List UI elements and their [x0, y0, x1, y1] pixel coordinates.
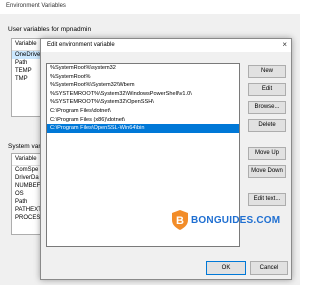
- shield-b-icon: B: [172, 210, 188, 230]
- edit-text-button[interactable]: Edit text...: [248, 193, 286, 206]
- dialog-title: Edit environment variable: [47, 42, 115, 48]
- path-list-item[interactable]: %SystemRoot%\System32\Wbem: [47, 81, 239, 90]
- watermark-text: BONGUIDES.COM: [191, 215, 281, 226]
- edit-environment-variable-dialog: Edit environment variable × %SystemRoot%…: [40, 38, 292, 280]
- path-list-item[interactable]: %SystemRoot%\system32: [47, 64, 239, 73]
- window-titlebar: Environment Variables: [0, 0, 300, 14]
- user-variables-label: User variables for mpnadmin: [8, 26, 92, 33]
- delete-button[interactable]: Delete: [248, 119, 286, 132]
- dialog-titlebar: Edit environment variable ×: [41, 39, 291, 52]
- path-list-item[interactable]: %SYSTEMROOT%\System32\OpenSSH\: [47, 98, 239, 107]
- new-button[interactable]: New: [248, 65, 286, 78]
- path-list-item-selected[interactable]: C:\Program Files\OpenSSL-Win64\bin: [47, 124, 239, 133]
- svg-text:B: B: [176, 215, 184, 227]
- browse-button[interactable]: Browse...: [248, 101, 286, 114]
- close-icon[interactable]: ×: [282, 40, 287, 49]
- move-down-button[interactable]: Move Down: [248, 165, 286, 178]
- path-list-item[interactable]: %SYSTEMROOT%\System32\WindowsPowerShell\…: [47, 90, 239, 99]
- path-list-item[interactable]: %SystemRoot%: [47, 73, 239, 82]
- path-list-item[interactable]: C:\Program Files (x86)\dotnet\: [47, 116, 239, 125]
- cancel-button[interactable]: Cancel: [250, 261, 288, 275]
- window-title: Environment Variables: [6, 3, 66, 9]
- system-variables-label: System var: [8, 143, 41, 150]
- move-up-button[interactable]: Move Up: [248, 147, 286, 160]
- path-list-item[interactable]: C:\Program Files\dotnet\: [47, 107, 239, 116]
- ok-button[interactable]: OK: [206, 261, 246, 275]
- edit-button[interactable]: Edit: [248, 83, 286, 96]
- watermark-logo: B BONGUIDES.COM: [172, 210, 280, 232]
